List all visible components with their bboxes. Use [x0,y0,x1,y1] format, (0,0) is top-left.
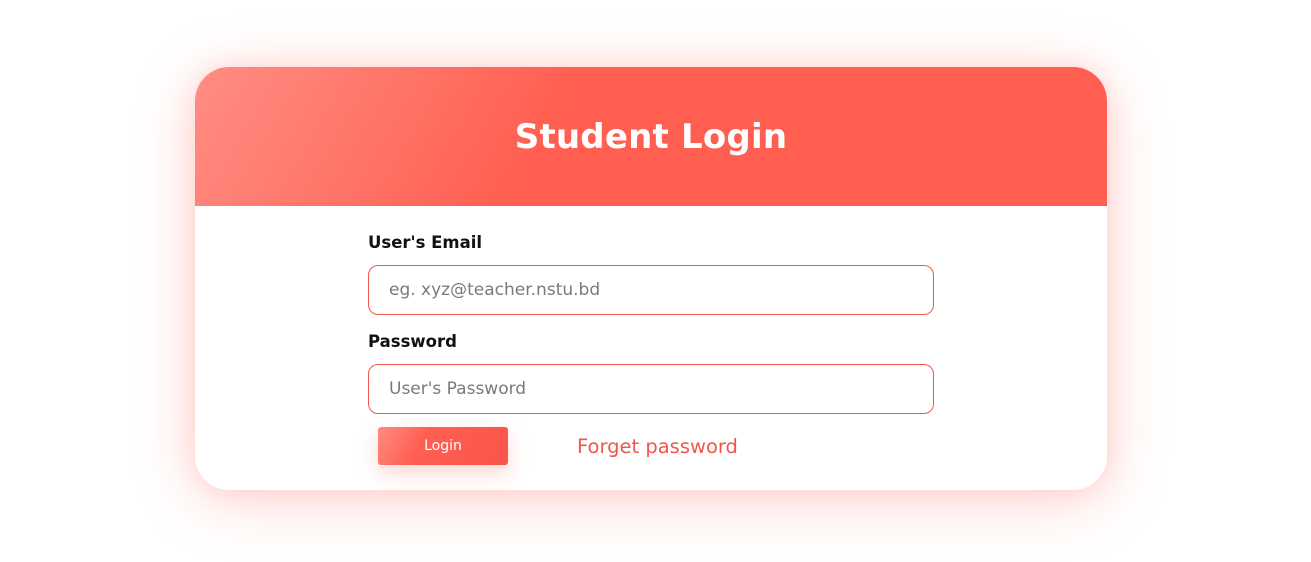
forget-password-link[interactable]: Forget password [577,434,738,460]
password-field[interactable] [368,364,934,414]
password-label: Password [368,332,457,351]
login-button[interactable]: Login [378,427,508,465]
login-card-header: Student Login [195,67,1107,206]
email-label: User's Email [368,233,483,252]
email-field[interactable] [368,265,934,315]
login-card: Student Login User's Email Password Logi… [195,67,1107,490]
login-form: User's Email Password Login Forget passw… [368,232,934,477]
form-actions: Login Forget password [368,427,934,477]
page-title: Student Login [514,116,788,157]
